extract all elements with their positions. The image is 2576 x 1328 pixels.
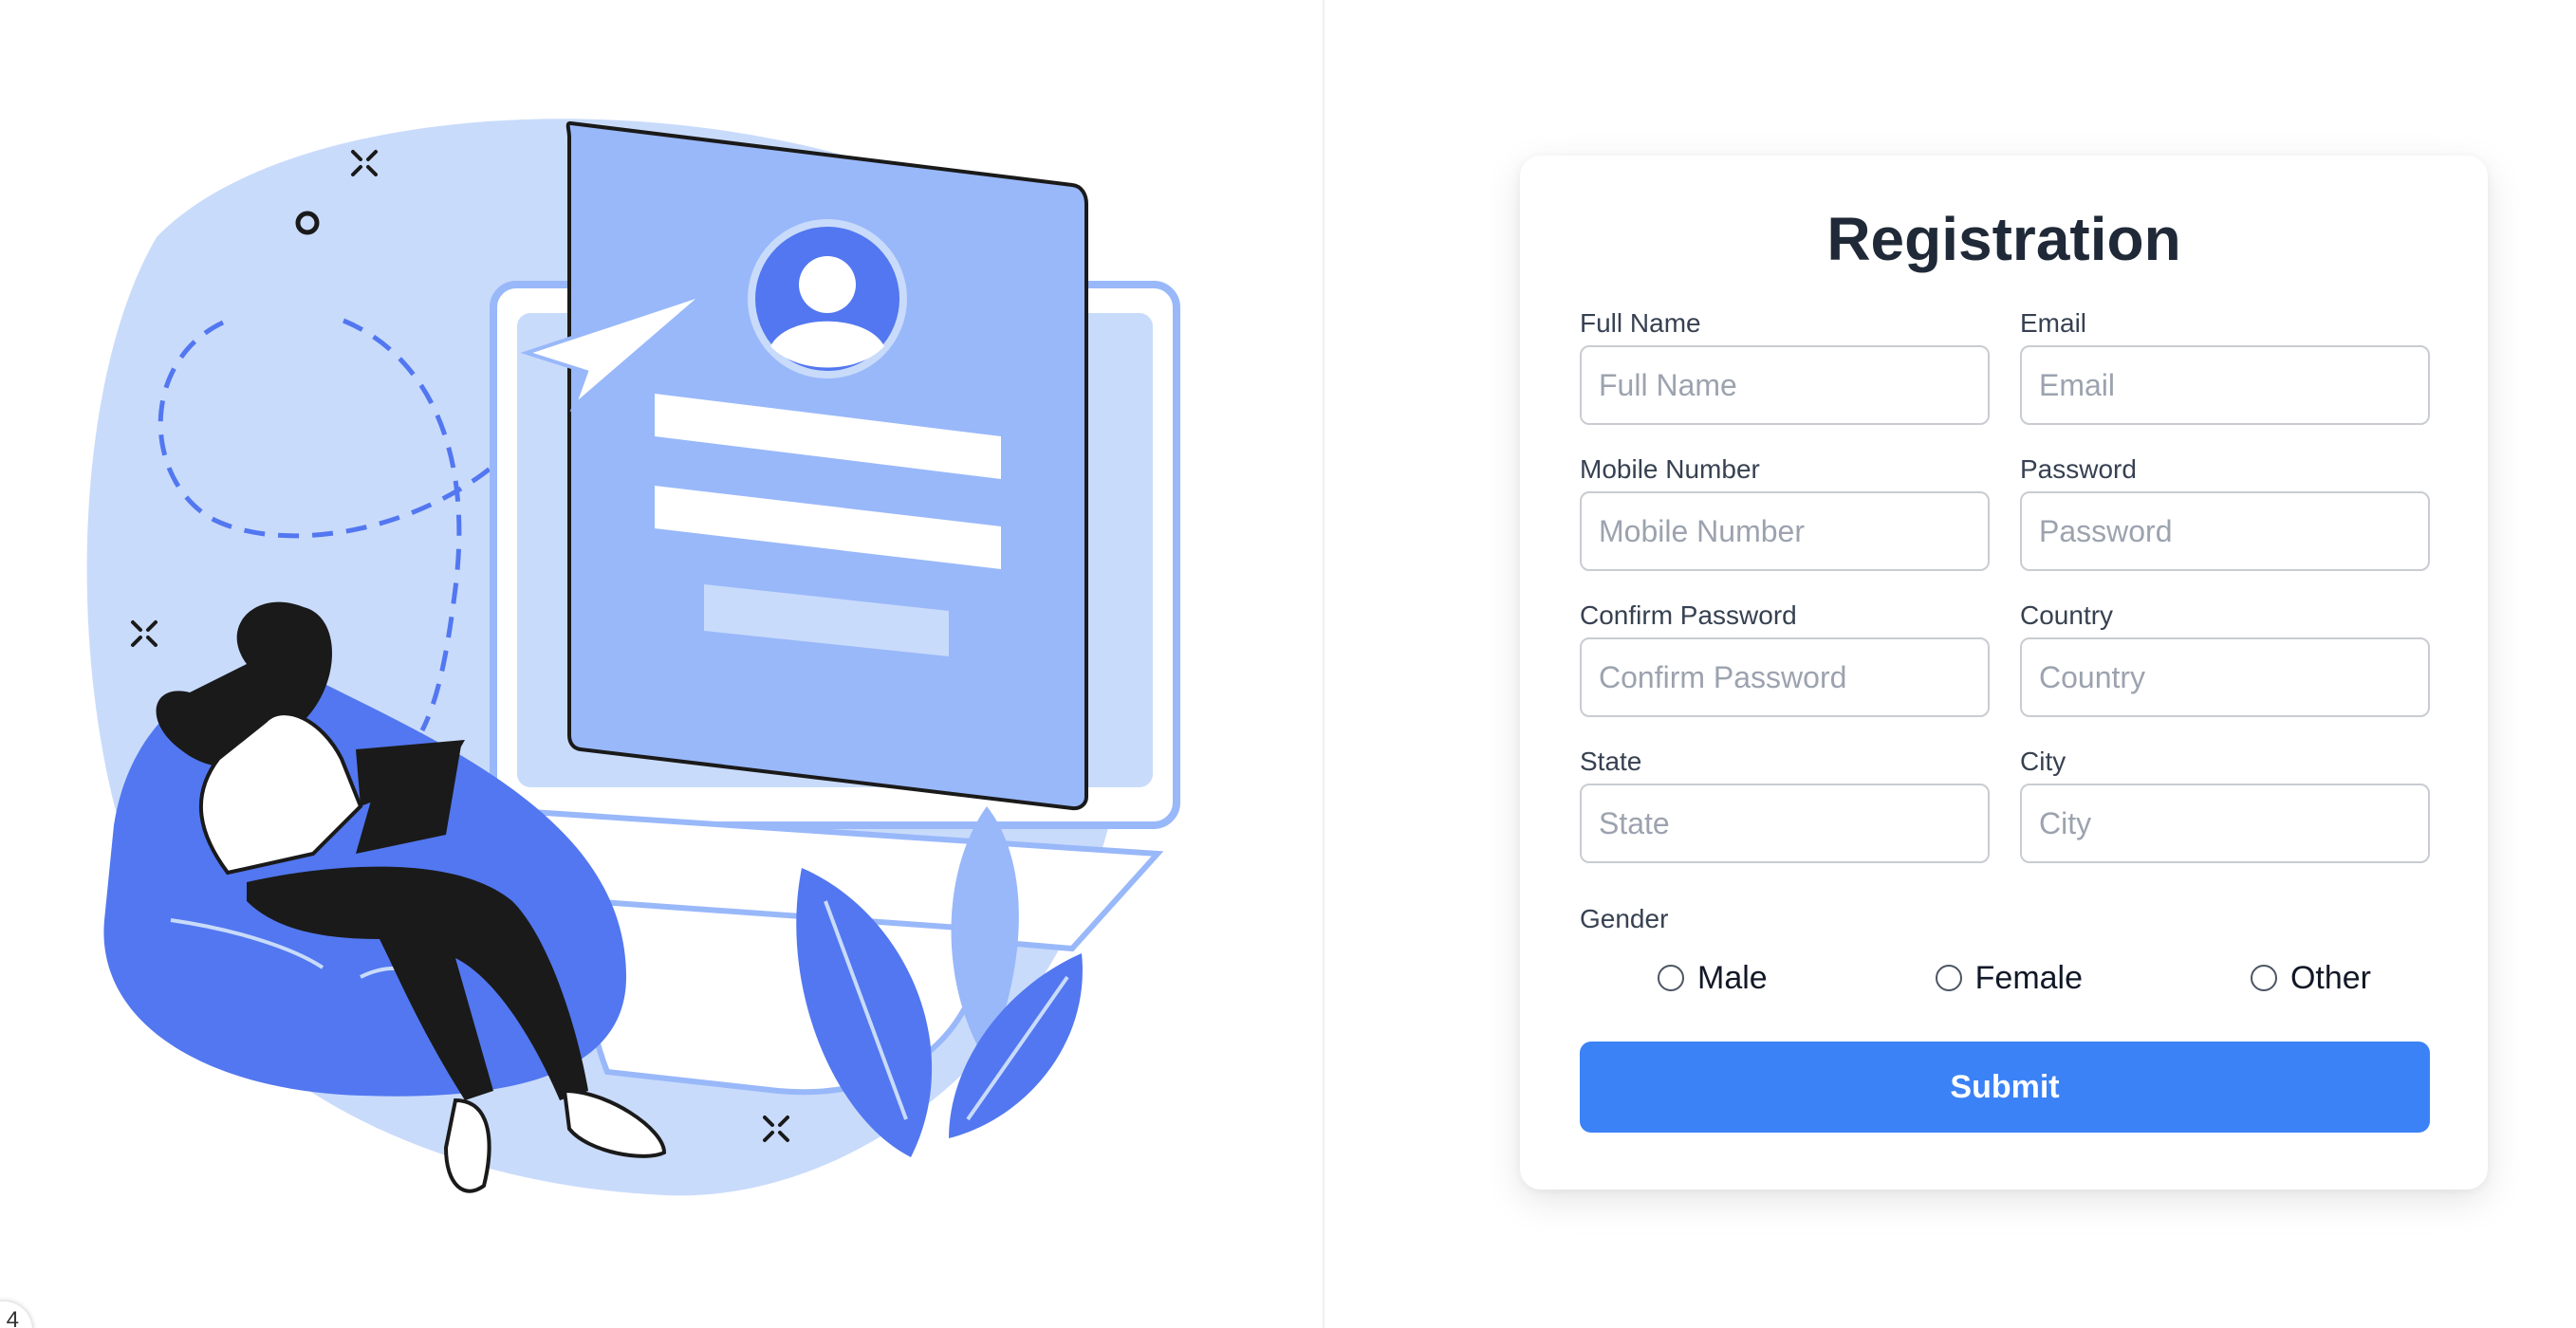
password-label: Password bbox=[2020, 454, 2137, 484]
illustration-pane: 4 bbox=[0, 0, 1325, 1328]
email-group: Email bbox=[2020, 307, 2430, 425]
mobile-number-group: Mobile Number bbox=[1580, 453, 1990, 571]
gender-option-female[interactable]: Female bbox=[1935, 960, 2083, 997]
male-radio[interactable] bbox=[1658, 965, 1684, 991]
state-input[interactable] bbox=[1580, 784, 1990, 863]
full-name-group: Full Name bbox=[1580, 307, 1990, 425]
email-input[interactable] bbox=[2020, 345, 2430, 425]
gender-option-male[interactable]: Male bbox=[1658, 960, 1768, 997]
male-radio-label[interactable]: Male bbox=[1697, 960, 1768, 997]
confirm-password-input[interactable] bbox=[1580, 637, 1990, 717]
mobile-number-label: Mobile Number bbox=[1580, 454, 1760, 484]
form-pane: Registration Full Name Email Mobile Numb… bbox=[1326, 0, 2576, 1328]
female-radio[interactable] bbox=[1935, 965, 1962, 991]
country-label: Country bbox=[2020, 600, 2114, 630]
other-radio[interactable] bbox=[2250, 965, 2277, 991]
mobile-number-input[interactable] bbox=[1580, 491, 1990, 571]
gender-radio-group: Male Female Other bbox=[1580, 956, 2428, 1000]
password-input[interactable] bbox=[2020, 491, 2430, 571]
page: 4 Registration Full Name Email Mobile Nu… bbox=[0, 0, 2576, 1328]
submit-button[interactable]: Submit bbox=[1580, 1042, 2430, 1133]
registration-card: Registration Full Name Email Mobile Numb… bbox=[1520, 156, 2488, 1190]
state-label: State bbox=[1580, 747, 1642, 776]
form-title: Registration bbox=[1826, 205, 2181, 273]
state-group: State bbox=[1580, 746, 1990, 863]
other-radio-label[interactable]: Other bbox=[2290, 960, 2371, 997]
gender-option-other[interactable]: Other bbox=[2250, 960, 2371, 997]
country-input[interactable] bbox=[2020, 637, 2430, 717]
full-name-label: Full Name bbox=[1580, 308, 1701, 338]
confirm-password-label: Confirm Password bbox=[1580, 600, 1797, 630]
form-fields-grid: Full Name Email Mobile Number Password C… bbox=[1580, 307, 2430, 863]
country-group: Country bbox=[2020, 599, 2430, 717]
city-group: City bbox=[2020, 746, 2430, 863]
city-label: City bbox=[2020, 747, 2066, 776]
password-group: Password bbox=[2020, 453, 2430, 571]
full-name-input[interactable] bbox=[1580, 345, 1990, 425]
city-input[interactable] bbox=[2020, 784, 2430, 863]
confirm-password-group: Confirm Password bbox=[1580, 599, 1990, 717]
registration-illustration-icon bbox=[86, 119, 1180, 1196]
gender-label: Gender bbox=[1580, 904, 1669, 933]
female-radio-label[interactable]: Female bbox=[1975, 960, 2083, 997]
email-label: Email bbox=[2020, 308, 2087, 338]
